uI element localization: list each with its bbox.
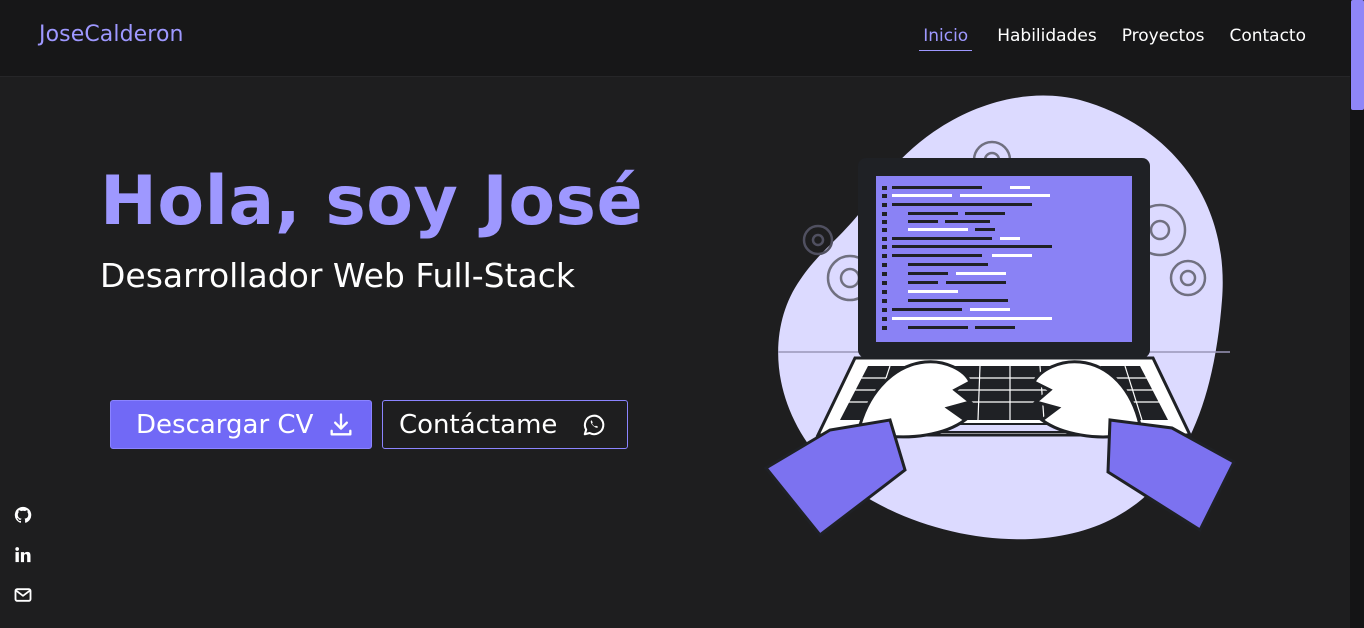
hero-illustration — [763, 95, 1236, 540]
nav-link-proyectos[interactable]: Proyectos — [1122, 26, 1205, 51]
right-sleeve — [1106, 418, 1236, 533]
left-sleeve — [763, 418, 907, 538]
download-icon — [330, 412, 352, 435]
contact-button[interactable]: Contáctame — [382, 400, 628, 449]
nav-link-contacto[interactable]: Contacto — [1229, 26, 1306, 51]
scrollbar-thumb[interactable] — [1351, 0, 1364, 110]
download-cv-label: Descargar CV — [136, 409, 314, 440]
linkedin-icon — [15, 547, 31, 563]
navbar: JoseCalderon Inicio Habilidades Proyecto… — [0, 0, 1350, 77]
nav-menu: Inicio Habilidades Proyectos Contacto — [919, 26, 1306, 51]
whatsapp-icon — [584, 414, 605, 435]
nav-link-habilidades[interactable]: Habilidades — [997, 26, 1096, 51]
hero-subtitle: Desarrollador Web Full-Stack — [100, 256, 576, 295]
page: JoseCalderon Inicio Habilidades Proyecto… — [0, 0, 1364, 628]
nav-link-inicio[interactable]: Inicio — [919, 26, 973, 51]
github-icon — [14, 506, 32, 523]
mail-link[interactable] — [13, 585, 33, 605]
mail-icon — [14, 588, 32, 602]
download-cv-button[interactable]: Descargar CV — [110, 400, 372, 449]
github-link[interactable] — [13, 505, 33, 525]
hero-title: Hola, soy José — [100, 162, 644, 241]
contact-label: Contáctame — [399, 409, 558, 440]
linkedin-link[interactable] — [13, 545, 33, 565]
brand-logo[interactable]: JoseCalderon — [39, 22, 184, 47]
